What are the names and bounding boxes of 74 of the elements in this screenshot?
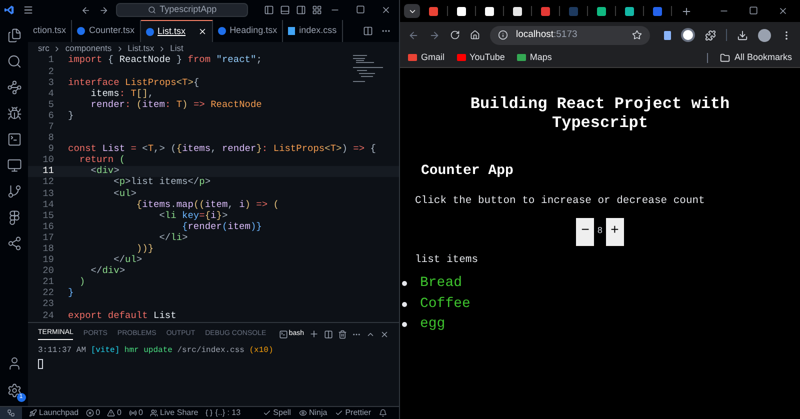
status-item[interactable]: 0	[138, 407, 143, 419]
list-heading: list items	[415, 252, 480, 268]
code-line: <ul>	[112, 186, 136, 201]
status-item[interactable]: Spell	[273, 407, 291, 419]
bookmark-link[interactable]: Gmail	[408, 50, 445, 64]
code-line: export default List	[68, 308, 176, 323]
code-line: {render(item)}	[182, 220, 262, 234]
line-number: 11	[42, 164, 55, 178]
breadcrumb-item[interactable]: List	[170, 42, 184, 55]
line-number: 7	[47, 120, 55, 134]
line-number: 19	[42, 253, 55, 266]
status-item[interactable]: Live Share	[160, 407, 198, 419]
line-number: 18	[42, 242, 55, 256]
code-line: <li key={i}>	[158, 209, 228, 222]
line-number: 4	[47, 86, 55, 100]
line-number: 22	[42, 286, 55, 300]
breadcrumb-item[interactable]: components	[65, 42, 112, 55]
line-number: 5	[47, 98, 55, 112]
line-number: 24	[42, 308, 55, 323]
code-line: }	[68, 108, 74, 123]
list-item: Coffee	[420, 294, 470, 314]
line-number: 14	[42, 198, 55, 212]
page-heading: Building React Project with Typescript	[469, 95, 731, 133]
line-number: 20	[42, 264, 55, 278]
list-item: egg	[420, 315, 446, 334]
code-line: items: T[],	[90, 87, 154, 100]
code-line: )	[78, 275, 86, 290]
instruction-text: Click the button to increase or decrease count	[415, 194, 706, 209]
command-search-field[interactable]: TypescriptApp	[116, 3, 248, 17]
code-line: </div>	[90, 264, 126, 278]
code-line: }	[68, 286, 74, 300]
line-number: 2	[47, 64, 55, 78]
line-number: 1	[47, 53, 55, 68]
line-number: 6	[47, 108, 55, 122]
code-line: {items.map((item, i) => (	[135, 198, 279, 211]
increment-button[interactable]: +	[606, 218, 624, 246]
decrement-button[interactable]: −	[576, 218, 594, 246]
line-number: 8	[47, 131, 55, 144]
code-line: const List = <T,> ({items, render}: ListProps<T>) => {	[68, 142, 376, 155]
section-heading: Counter App	[421, 162, 514, 181]
line-number: 12	[42, 175, 55, 190]
line-number: 21	[42, 275, 55, 288]
code-line: return (	[78, 153, 126, 166]
terminal-output: 3:11:37 AM [vite] hmr update /src/index.css (x10)	[38, 345, 274, 357]
count-value: 8	[597, 225, 603, 238]
bookmark-link[interactable]: YouTube	[456, 50, 505, 64]
status-item[interactable]: {..} : 13	[215, 407, 241, 419]
status-item[interactable]: 0	[96, 407, 100, 419]
line-number: 23	[42, 297, 55, 312]
line-number: 9	[47, 142, 55, 156]
line-number: 15	[42, 208, 55, 222]
status-item[interactable]: 0	[117, 407, 122, 419]
editor-tab[interactable]: Heading.tsx	[212, 20, 284, 42]
all-bookmarks-link[interactable]: All Bookmarks	[720, 50, 792, 64]
editor-tab[interactable]: ction.tsx	[28, 20, 72, 42]
code-line: interface ListProps<T>{	[68, 76, 200, 89]
address-bar[interactable]: localhost:5173	[490, 26, 650, 44]
editor-tab[interactable]: index.css	[283, 20, 343, 42]
status-item[interactable]: Ninja	[308, 407, 328, 419]
code-line: </li>	[158, 231, 188, 245]
breadcrumb-item[interactable]: List.tsx	[128, 42, 154, 55]
list-item: Bread	[420, 274, 462, 294]
status-item[interactable]: Prettier	[345, 407, 371, 419]
line-number: 10	[42, 153, 55, 166]
breadcrumb-item[interactable]: src	[38, 42, 50, 55]
editor-tab[interactable]: List.tsx	[140, 20, 213, 42]
code-line: render: (item: T) => ReactNode	[90, 98, 262, 112]
line-number: 16	[42, 220, 55, 234]
status-item[interactable]: Launchpad	[39, 407, 79, 419]
code-line: import { ReactNode } from "react";	[68, 53, 262, 68]
line-number: 17	[42, 230, 55, 244]
bookmark-link[interactable]: Maps	[516, 50, 552, 64]
line-number: 3	[47, 76, 55, 90]
line-number: 13	[42, 186, 55, 200]
